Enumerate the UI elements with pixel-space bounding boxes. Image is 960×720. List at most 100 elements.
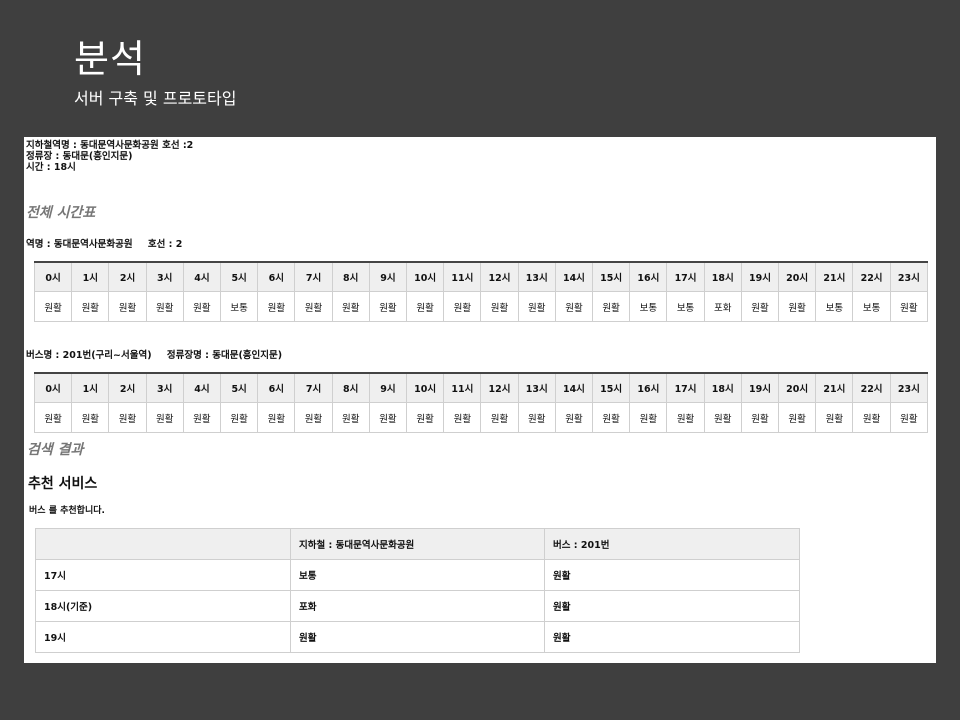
query-stop: 정류장 : 동대문(흥인지문)	[26, 151, 133, 162]
congestion-cell: 원활	[182, 291, 222, 322]
subway-timetable: 0시 1시 2시 3시 4시 5시 6시 7시 8시 9시 10시 11시 12시 13시 14시 15시 16…	[33, 261, 929, 322]
hour-cell: 17시	[666, 261, 705, 292]
congestion-cell: 원활	[331, 402, 370, 433]
congestion-cell: 원활	[666, 402, 705, 433]
congestion-cell: 보통	[220, 291, 259, 322]
hour-cell: 8시	[331, 372, 370, 403]
hour-cell: 8시	[331, 261, 370, 292]
recommend-header-cell: 지하철 : 동대문역사문화공원	[290, 528, 545, 560]
hour-cell: 13시	[517, 261, 556, 292]
hour-cell: 21시	[815, 261, 854, 292]
recommend-row: 19시 원활 원활	[35, 621, 800, 653]
congestion-cell: 원활	[554, 291, 594, 322]
congestion-cell: 원활	[852, 402, 891, 433]
query-time: 시간 : 18시	[26, 162, 76, 173]
congestion-cell: 원활	[480, 291, 519, 322]
congestion-cell: 원활	[778, 402, 817, 433]
subway-hours-row: 0시 1시 2시 3시 4시 5시 6시 7시 8시 9시 10시 11시 12시 13시 14시 15시 16…	[33, 261, 929, 292]
congestion-cell: 원활	[145, 291, 184, 322]
congestion-cell: 원활	[220, 402, 259, 433]
recommend-header-cell	[35, 528, 291, 560]
hour-cell: 7시	[294, 261, 333, 292]
hour-cell: 2시	[108, 372, 147, 403]
congestion-cell: 원활	[368, 291, 408, 322]
bus-status-row: 원활 원활 원활 원활 원활 원활 원활 원활 원활 원활 원활 원활 원활 원활 원활 원활 원활 원활 원활 원활…	[33, 402, 929, 433]
slide-subtitle: 서버 구축 및 프로토타입	[74, 89, 237, 108]
hour-cell: 15시	[592, 261, 631, 292]
congestion-cell: 원활	[71, 291, 110, 322]
hour-cell: 14시	[554, 261, 594, 292]
congestion-cell: 원활	[294, 291, 333, 322]
hour-cell: 5시	[220, 261, 259, 292]
subway-station-name: 역명 : 동대문역사문화공원	[26, 239, 133, 250]
bus-timetable: 0시 1시 2시 3시 4시 5시 6시 7시 8시 9시 10시 11시 12시 13시 14시 15시 16…	[33, 372, 929, 433]
congestion-cell: 원활	[71, 402, 110, 433]
recommend-header-row: 지하철 : 동대문역사문화공원 버스 : 201번	[35, 528, 800, 560]
congestion-cell: 원활	[703, 402, 742, 433]
hour-cell: 21시	[815, 372, 854, 403]
hour-cell: 9시	[368, 261, 408, 292]
hour-cell: 4시	[182, 261, 222, 292]
recommend-cell: 보통	[290, 559, 545, 591]
bus-line-label: 버스명 : 201번(구리~서울역) 정류장명 : 동대문(흥인지문)	[26, 347, 282, 361]
recommend-cell: 19시	[35, 621, 291, 653]
congestion-cell: 원활	[740, 291, 780, 322]
congestion-cell: 보통	[815, 291, 854, 322]
recommend-cell: 18시(기준)	[35, 590, 291, 622]
hour-cell: 20시	[778, 261, 817, 292]
hour-cell: 6시	[257, 261, 296, 292]
result-screenshot-panel: 지하철역명 : 동대문역사문화공원 호선 :2 정류장 : 동대문(흥인지문) …	[24, 137, 936, 663]
congestion-cell: 원활	[443, 291, 482, 322]
recommend-note: 버스 를 추천합니다.	[29, 506, 105, 516]
congestion-cell: 원활	[182, 402, 222, 433]
hour-cell: 18시	[703, 261, 742, 292]
congestion-cell: 원활	[108, 402, 147, 433]
congestion-cell: 원활	[629, 402, 668, 433]
congestion-cell: 원활	[33, 291, 73, 322]
recommend-cell: 원활	[544, 559, 800, 591]
congestion-cell: 원활	[406, 291, 445, 322]
congestion-cell: 원활	[889, 402, 929, 433]
recommend-header-cell: 버스 : 201번	[544, 528, 800, 560]
hour-cell: 20시	[778, 372, 817, 403]
recommend-cell: 17시	[35, 559, 291, 591]
query-station: 지하철역명 : 동대문역사문화공원 호선 :2	[26, 140, 194, 151]
hour-cell: 18시	[703, 372, 742, 403]
congestion-cell: 포화	[703, 291, 742, 322]
congestion-cell: 원활	[108, 291, 147, 322]
congestion-cell: 원활	[889, 291, 929, 322]
bus-name: 버스명 : 201번(구리~서울역)	[26, 350, 152, 361]
congestion-cell: 원활	[740, 402, 780, 433]
hour-cell: 10시	[406, 261, 445, 292]
congestion-cell: 원활	[443, 402, 482, 433]
congestion-cell: 원활	[778, 291, 817, 322]
recommend-row: 17시 보통 원활	[35, 559, 800, 591]
hour-cell: 11시	[443, 261, 482, 292]
congestion-cell: 원활	[257, 291, 296, 322]
hour-cell: 19시	[740, 372, 780, 403]
congestion-cell: 원활	[517, 291, 556, 322]
congestion-cell: 원활	[33, 402, 73, 433]
hour-cell: 6시	[257, 372, 296, 403]
congestion-cell: 원활	[331, 291, 370, 322]
recommend-cell: 포화	[290, 590, 545, 622]
query-info: 지하철역명 : 동대문역사문화공원 호선 :2 정류장 : 동대문(흥인지문) …	[26, 140, 193, 173]
hour-cell: 3시	[145, 261, 184, 292]
hour-cell: 1시	[71, 372, 110, 403]
recommend-row: 18시(기준) 포화 원활	[35, 590, 800, 622]
hour-cell: 23시	[889, 372, 929, 403]
section-heading-all-timetable: 전체 시간표	[26, 205, 96, 221]
hour-cell: 22시	[852, 372, 891, 403]
subway-status-row: 원활 원활 원활 원활 원활 보통 원활 원활 원활 원활 원활 원활 원활 원활 원활 원활 보통 보통 포화 원활…	[33, 291, 929, 322]
congestion-cell: 원활	[257, 402, 296, 433]
hour-cell: 11시	[443, 372, 482, 403]
congestion-cell: 보통	[852, 291, 891, 322]
hour-cell: 17시	[666, 372, 705, 403]
hour-cell: 3시	[145, 372, 184, 403]
hour-cell: 19시	[740, 261, 780, 292]
hour-cell: 2시	[108, 261, 147, 292]
recommend-cell: 원활	[544, 590, 800, 622]
subway-line-number: 호선 : 2	[147, 239, 183, 250]
congestion-cell: 원활	[368, 402, 408, 433]
hour-cell: 12시	[480, 372, 519, 403]
